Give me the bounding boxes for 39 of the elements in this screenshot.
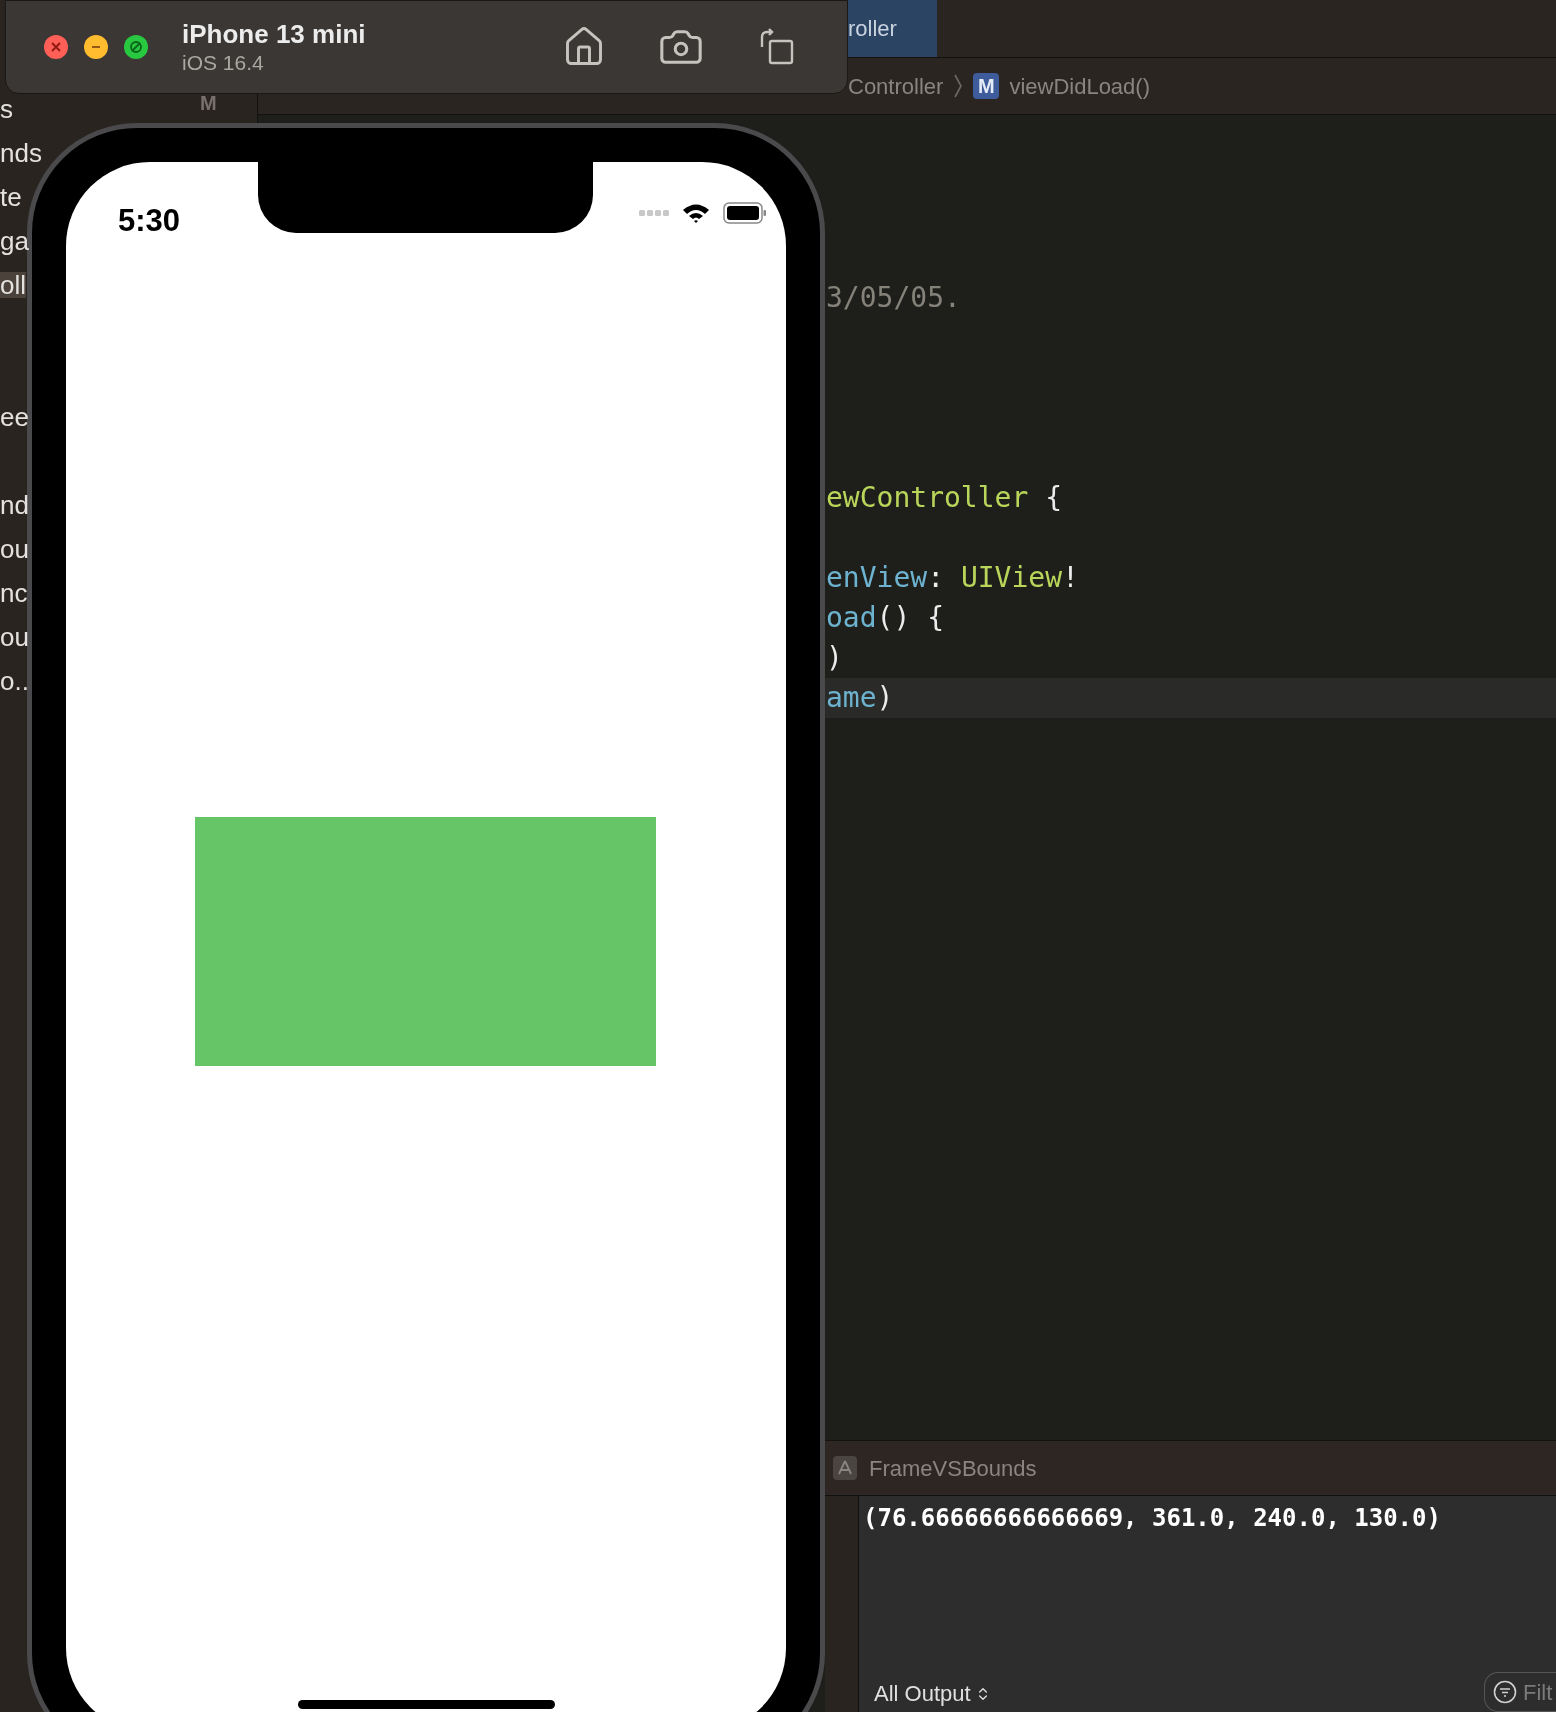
close-icon	[50, 41, 62, 53]
status-time: 5:30	[118, 202, 181, 240]
sidebar-item[interactable]: s	[0, 96, 13, 122]
code-line: enView: UIView!	[826, 560, 1079, 596]
editor-tab[interactable]: roller	[848, 0, 937, 57]
chevron-icon	[953, 73, 964, 99]
console-output: (76.66666666666669, 361.0, 240.0, 130.0)	[863, 1503, 1442, 1534]
breadcrumb-item[interactable]: Controller	[848, 69, 944, 103]
code-line: ewController {	[826, 480, 1062, 516]
close-button[interactable]	[44, 35, 68, 59]
code-line: )	[826, 640, 843, 676]
signal-icon	[639, 209, 669, 217]
console-target: FrameVSBounds	[869, 1454, 1037, 1483]
sidebar-item[interactable]: nc	[0, 580, 28, 606]
app-icon	[833, 1456, 857, 1480]
sidebar-item[interactable]: ou	[0, 536, 29, 562]
sidebar-item[interactable]: te	[0, 184, 22, 210]
output-filter-menu[interactable]: All Output	[874, 1677, 991, 1710]
sidebar-item[interactable]: ga	[0, 228, 29, 254]
sidebar-item[interactable]: o..	[0, 668, 29, 694]
battery-icon	[723, 202, 767, 224]
sidebar-item[interactable]: ou	[0, 624, 29, 650]
filter-icon	[1493, 1680, 1517, 1704]
device-name: iPhone 13 mini	[182, 17, 366, 51]
slashed-circle-icon	[129, 40, 143, 54]
minimize-button[interactable]	[84, 35, 108, 59]
code-line: 3/05/05.	[826, 280, 961, 316]
sidebar-item[interactable]: nds	[0, 140, 42, 166]
zoom-button[interactable]	[124, 35, 148, 59]
status-letter: M	[200, 91, 217, 116]
sidebar-item[interactable]: ee	[0, 404, 29, 430]
method-badge: M	[973, 73, 1000, 99]
wifi-icon	[681, 202, 711, 224]
breadcrumb-item[interactable]: viewDidLoad()	[1009, 69, 1150, 103]
sidebar-item[interactable]: nd	[0, 492, 29, 518]
code-line: oad() {	[826, 600, 944, 636]
code-line: ame)	[826, 680, 894, 716]
os-version: iOS 16.4	[182, 50, 265, 77]
sidebar-item[interactable]: oll	[0, 272, 26, 298]
